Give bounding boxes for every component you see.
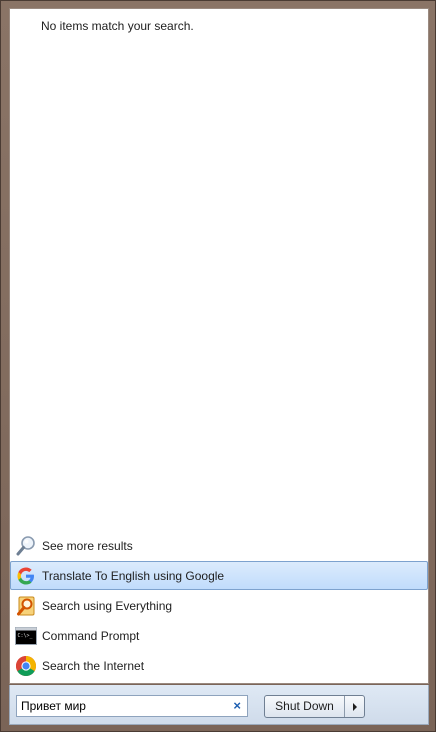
result-label: Command Prompt — [42, 629, 140, 643]
result-label: Search using Everything — [42, 599, 173, 613]
start-menu-frame: No items match your search. See more res… — [0, 0, 436, 732]
shutdown-options-button[interactable] — [345, 696, 364, 717]
result-label: See more results — [42, 539, 133, 553]
search-input[interactable] — [19, 697, 223, 715]
everything-search-icon — [15, 595, 37, 617]
google-g-icon — [15, 565, 37, 587]
triangle-right-icon — [352, 702, 358, 711]
clear-search-icon[interactable]: × — [233, 698, 241, 714]
bottom-bar: × Shut Down — [9, 685, 429, 725]
chrome-icon — [15, 655, 37, 677]
result-search-internet[interactable]: Search the Internet — [10, 651, 428, 680]
result-translate-google[interactable]: Translate To English using Google — [10, 561, 428, 590]
result-label: Search the Internet — [42, 659, 145, 673]
no-items-message: No items match your search. — [41, 19, 194, 33]
result-search-everything[interactable]: Search using Everything — [10, 591, 428, 620]
search-results-panel: No items match your search. See more res… — [9, 8, 429, 684]
result-see-more[interactable]: See more results — [10, 531, 428, 560]
search-box[interactable]: × — [16, 695, 248, 717]
result-command-prompt[interactable]: C:\>_ Command Prompt — [10, 621, 428, 650]
magnifier-icon — [15, 535, 37, 557]
shutdown-split-button: Shut Down — [264, 695, 365, 718]
svg-text:C:\>_: C:\>_ — [18, 633, 34, 639]
results-list: See more results Translate To English us… — [10, 531, 428, 681]
result-label: Translate To English using Google — [42, 569, 225, 583]
shutdown-button[interactable]: Shut Down — [265, 696, 345, 717]
command-prompt-icon: C:\>_ — [15, 625, 37, 647]
